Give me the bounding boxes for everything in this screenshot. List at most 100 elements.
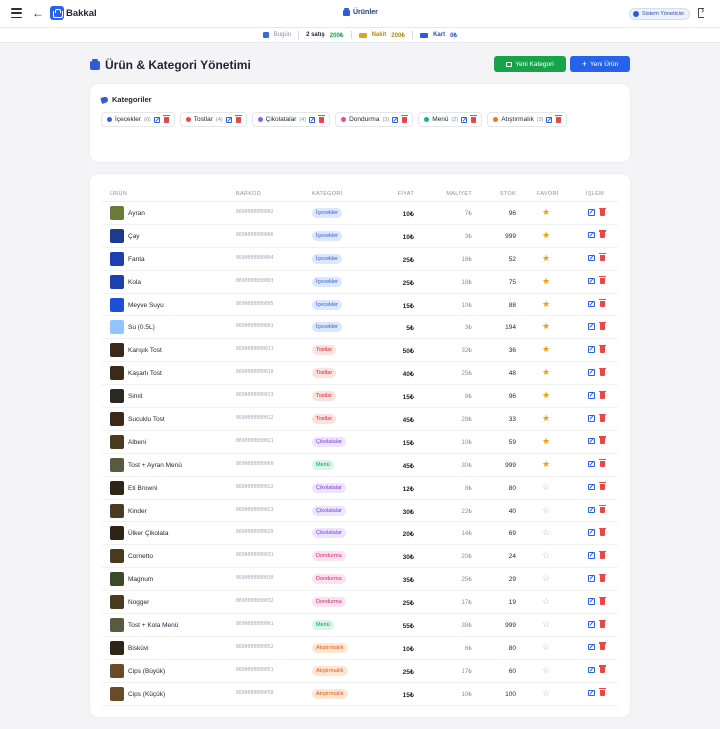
edit-icon[interactable] xyxy=(588,300,595,308)
edit-icon[interactable] xyxy=(588,552,595,559)
edit-icon[interactable] xyxy=(153,116,160,123)
trash-icon[interactable] xyxy=(318,115,326,123)
star-outline-icon[interactable]: ☆ xyxy=(542,482,550,492)
trash-icon[interactable] xyxy=(598,619,605,628)
menu-icon[interactable] xyxy=(11,8,22,18)
trash-icon[interactable] xyxy=(555,115,563,123)
category-chip[interactable]: Atıştırmalık (3) xyxy=(487,112,568,127)
edit-icon[interactable] xyxy=(392,116,399,123)
edit-icon[interactable] xyxy=(225,116,232,123)
new-product-button[interactable]: + Yeni Ürün xyxy=(570,56,630,72)
edit-icon[interactable] xyxy=(588,277,595,285)
trash-icon[interactable] xyxy=(598,642,605,651)
star-filled-icon[interactable]: ★ xyxy=(542,413,550,423)
edit-icon[interactable] xyxy=(588,254,595,262)
trash-icon[interactable] xyxy=(598,299,605,308)
trash-icon[interactable] xyxy=(401,115,409,123)
edit-icon[interactable] xyxy=(588,209,595,216)
trash-icon[interactable] xyxy=(598,459,605,468)
edit-icon[interactable] xyxy=(588,231,595,239)
user-badge[interactable]: Sistem Yöneticisi xyxy=(629,8,690,20)
calendar-icon xyxy=(262,32,269,38)
trash-icon[interactable] xyxy=(598,528,605,536)
edit-icon[interactable] xyxy=(588,621,595,628)
edit-icon[interactable] xyxy=(588,689,595,697)
edit-icon[interactable] xyxy=(588,575,595,582)
star-filled-icon[interactable]: ★ xyxy=(542,390,550,400)
category-badge: Dondurma xyxy=(312,574,346,585)
edit-icon[interactable] xyxy=(588,437,595,445)
edit-icon[interactable] xyxy=(588,323,595,330)
star-outline-icon[interactable]: ☆ xyxy=(542,527,550,537)
trash-icon[interactable] xyxy=(598,230,605,239)
trash-icon[interactable] xyxy=(598,573,605,582)
edit-icon[interactable] xyxy=(588,415,595,422)
star-outline-icon[interactable]: ☆ xyxy=(542,619,550,629)
product-name: Meyve Suyu xyxy=(128,301,164,309)
trash-icon[interactable] xyxy=(598,207,605,216)
new-category-button[interactable]: Yeni Kategori xyxy=(494,56,566,72)
trash-icon[interactable] xyxy=(598,253,605,262)
category-chip[interactable]: Tostlar (4) xyxy=(179,112,247,127)
trash-icon[interactable] xyxy=(598,413,605,422)
trash-icon[interactable] xyxy=(598,436,605,445)
star-outline-icon[interactable]: ☆ xyxy=(542,505,550,515)
star-outline-icon[interactable]: ☆ xyxy=(542,550,550,560)
trash-icon[interactable] xyxy=(598,390,605,399)
trash-icon[interactable] xyxy=(598,505,605,514)
logout-icon[interactable] xyxy=(698,5,707,18)
star-outline-icon[interactable]: ☆ xyxy=(542,665,550,675)
edit-icon[interactable] xyxy=(588,460,595,468)
star-filled-icon[interactable]: ★ xyxy=(542,230,550,240)
product-stock: 80 xyxy=(508,644,516,652)
star-filled-icon[interactable]: ★ xyxy=(542,436,550,446)
star-outline-icon[interactable]: ☆ xyxy=(542,642,550,652)
edit-icon[interactable] xyxy=(461,116,468,123)
product-name: Su (0.5L) xyxy=(128,324,155,332)
trash-icon[interactable] xyxy=(598,367,605,376)
star-filled-icon[interactable]: ★ xyxy=(542,344,550,354)
star-filled-icon[interactable]: ★ xyxy=(542,299,550,309)
trash-icon[interactable] xyxy=(598,550,605,559)
back-arrow-icon[interactable]: ← xyxy=(32,6,44,20)
category-chip[interactable]: Çikolatalar (4) xyxy=(251,112,331,127)
star-filled-icon[interactable]: ★ xyxy=(542,276,550,286)
trash-icon[interactable] xyxy=(598,276,605,285)
edit-icon[interactable] xyxy=(588,598,595,605)
star-filled-icon[interactable]: ★ xyxy=(542,367,550,377)
trash-icon[interactable] xyxy=(598,344,605,353)
star-outline-icon[interactable]: ☆ xyxy=(542,573,550,583)
star-filled-icon[interactable]: ★ xyxy=(542,459,550,469)
trash-icon[interactable] xyxy=(234,115,242,123)
row-actions xyxy=(588,688,605,697)
star-outline-icon[interactable]: ☆ xyxy=(542,688,550,698)
product-stock: 999 xyxy=(505,461,516,469)
edit-icon[interactable] xyxy=(588,369,595,376)
trash-icon[interactable] xyxy=(162,115,170,123)
row-actions xyxy=(588,276,605,285)
trash-icon[interactable] xyxy=(470,115,478,123)
trash-icon[interactable] xyxy=(598,665,605,674)
edit-icon[interactable] xyxy=(309,116,316,123)
table-row: Cornetto 8690000000031 Dondurma 30₺ 20₺ 24 ☆ xyxy=(102,545,618,569)
edit-icon[interactable] xyxy=(588,483,595,491)
edit-icon[interactable] xyxy=(588,346,595,353)
star-filled-icon[interactable]: ★ xyxy=(542,253,550,263)
star-filled-icon[interactable]: ★ xyxy=(542,207,550,217)
edit-icon[interactable] xyxy=(588,506,595,514)
star-filled-icon[interactable]: ★ xyxy=(542,321,550,331)
category-chip[interactable]: Dondurma (3) xyxy=(335,112,414,127)
category-chip[interactable]: İçecekler (6) xyxy=(101,112,175,127)
edit-icon[interactable] xyxy=(588,643,595,651)
star-outline-icon[interactable]: ☆ xyxy=(542,596,550,606)
edit-icon[interactable] xyxy=(546,116,553,123)
category-chip[interactable]: Menü (2) xyxy=(418,112,483,127)
edit-icon[interactable] xyxy=(588,392,595,399)
product-cost: 38₺ xyxy=(461,623,473,630)
edit-icon[interactable] xyxy=(588,529,595,536)
trash-icon[interactable] xyxy=(598,596,605,605)
edit-icon[interactable] xyxy=(588,666,595,674)
trash-icon[interactable] xyxy=(598,482,605,491)
trash-icon[interactable] xyxy=(598,688,605,697)
trash-icon[interactable] xyxy=(598,322,605,330)
